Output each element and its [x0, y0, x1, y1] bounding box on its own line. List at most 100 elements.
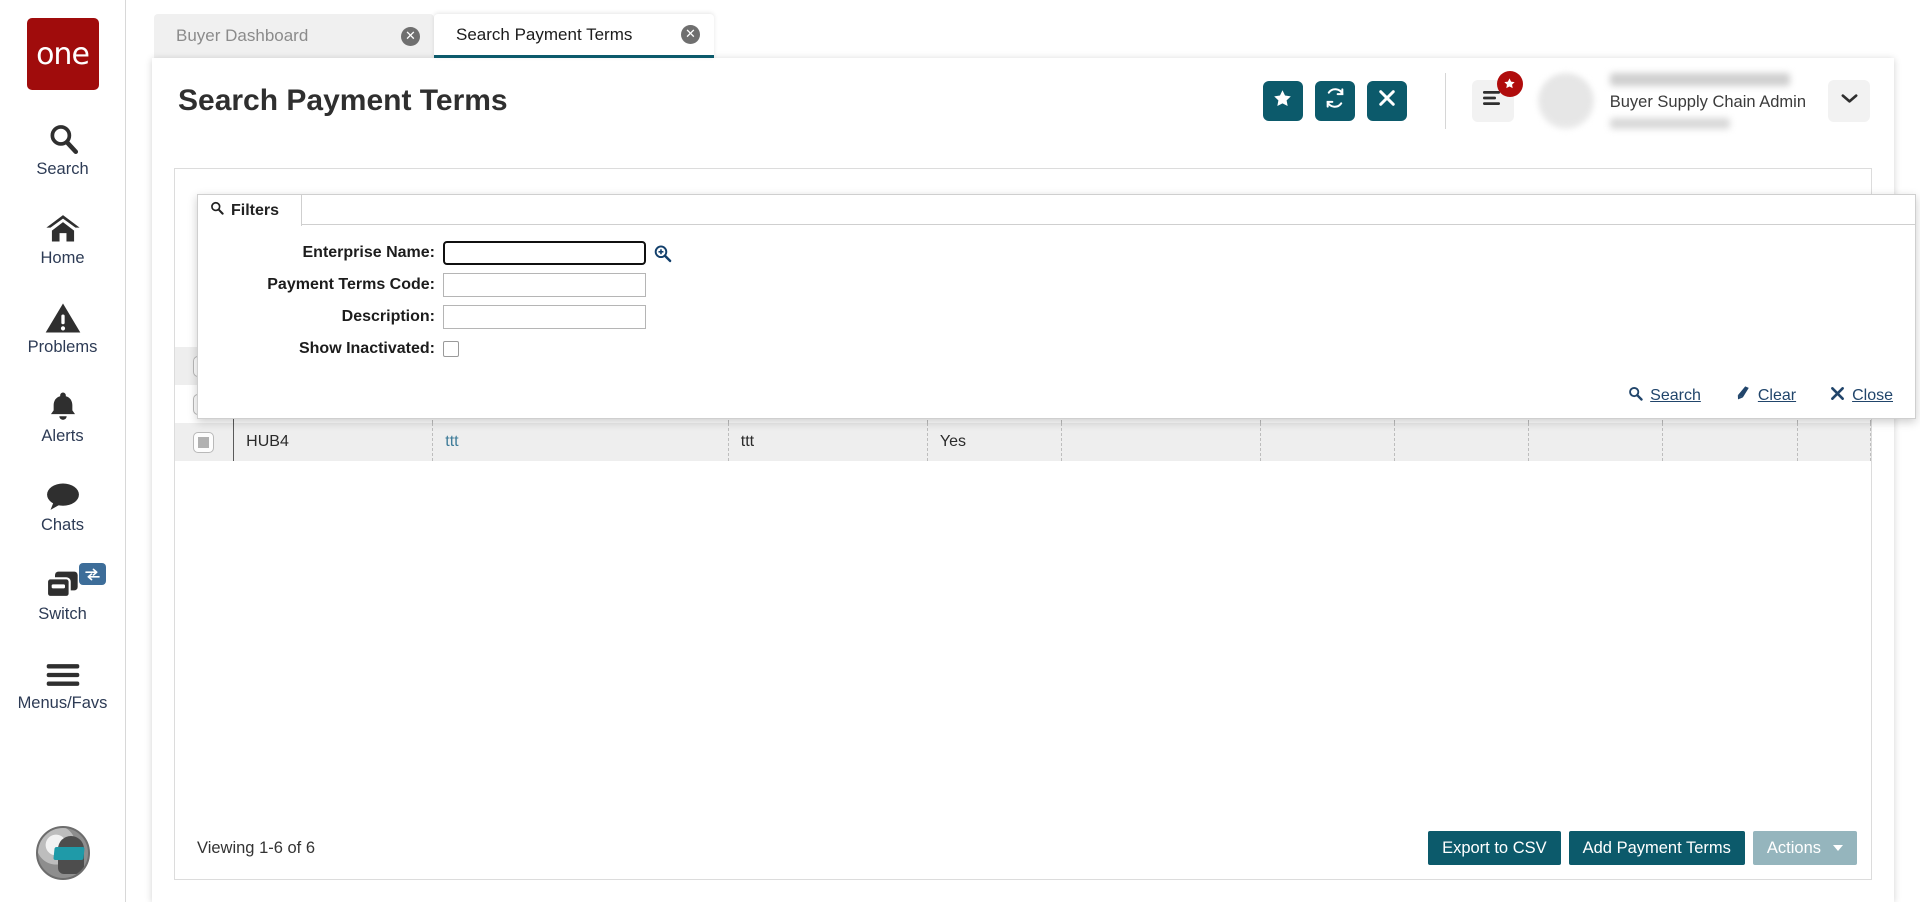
- filter-row-show-inactivated: Show Inactivated:: [198, 333, 1915, 365]
- description-input[interactable]: [443, 305, 646, 329]
- sidebar-item-label: Home: [40, 249, 85, 267]
- show-inactivated-checkbox[interactable]: [443, 341, 459, 357]
- user-role: Buyer Supply Chain Admin: [1609, 92, 1806, 111]
- page-card: Search Payment Terms Buyer Supply Chain …: [152, 58, 1916, 902]
- star-icon: [1496, 70, 1523, 97]
- filters-body: Enterprise Name: Payment Terms Code: Des…: [198, 225, 1915, 371]
- checkbox-fill-icon: [198, 436, 209, 448]
- robot-assistant-avatar-icon[interactable]: [35, 826, 90, 880]
- sidebar-item-chats[interactable]: Chats: [0, 472, 126, 535]
- actions-button[interactable]: Actions: [1752, 831, 1857, 865]
- row-checkbox-cell: [175, 423, 234, 461]
- cell-active: Yes: [927, 423, 1062, 461]
- sidebar-item-search[interactable]: Search: [0, 116, 126, 179]
- filters-clear-link[interactable]: Clear: [1735, 385, 1796, 406]
- header-divider: [1444, 72, 1446, 129]
- cell-c9: [1662, 423, 1798, 461]
- stage: Buyer Dashboard ✕ Search Payment Terms ✕…: [126, 0, 1920, 902]
- sidebar-item-label: Chats: [40, 516, 85, 534]
- cell-payment-terms-code-link[interactable]: ttt: [432, 423, 729, 461]
- cell-c8: [1528, 423, 1664, 461]
- page-header: Search Payment Terms Buyer Supply Chain …: [152, 58, 1894, 143]
- cell-c10: [1797, 423, 1871, 461]
- search-icon: [1628, 386, 1643, 406]
- footer-buttons: Export to CSV Add Payment Terms Actions: [1420, 831, 1857, 865]
- filters-clear-label: Clear: [1757, 386, 1797, 404]
- tab-search-payment-terms[interactable]: Search Payment Terms ✕: [434, 14, 714, 58]
- magnifier-plus-icon[interactable]: [653, 244, 672, 263]
- chevron-down-icon: [1840, 92, 1859, 110]
- row-checkbox[interactable]: [193, 431, 214, 453]
- viewing-count: Viewing 1-6 of 6: [197, 838, 316, 857]
- warning-triangle-icon: [45, 294, 81, 334]
- sidebar-item-alerts[interactable]: Alerts: [0, 383, 126, 446]
- cell-enterprise: HUB4: [233, 423, 434, 461]
- tab-filters[interactable]: Filters: [198, 195, 303, 226]
- page-header-actions: Buyer Supply Chain Admin: [1251, 70, 1870, 132]
- sidebar-item-label: Alerts: [41, 427, 84, 445]
- user-org: [1609, 117, 1730, 129]
- enterprise-name-input[interactable]: [442, 240, 647, 266]
- tab-label: Buyer Dashboard: [176, 26, 309, 45]
- filters-tab-row: Filters: [198, 195, 1915, 226]
- close-page-button[interactable]: [1366, 80, 1407, 121]
- one-logo[interactable]: one: [26, 18, 99, 90]
- filter-row-enterprise-name: Enterprise Name:: [198, 237, 1915, 269]
- filters-tab-label: Filters: [231, 201, 280, 219]
- close-circle-icon[interactable]: ✕: [401, 26, 420, 46]
- filters-close-link[interactable]: Close: [1830, 386, 1893, 406]
- filter-row-payment-terms-code: Payment Terms Code:: [198, 269, 1915, 301]
- enterprise-name-label: Enterprise Name:: [302, 244, 436, 261]
- search-icon: [46, 116, 80, 156]
- refresh-button[interactable]: [1314, 80, 1355, 121]
- bell-icon: [46, 383, 80, 423]
- export-to-csv-button[interactable]: Export to CSV: [1428, 831, 1561, 865]
- sidebar-item-problems[interactable]: Problems: [0, 294, 126, 357]
- star-icon: [1272, 88, 1293, 114]
- sidebar-item-home[interactable]: Home: [0, 205, 126, 268]
- payment-terms-code-input[interactable]: [443, 273, 646, 297]
- search-icon: [210, 201, 224, 220]
- filters-search-link[interactable]: Search: [1628, 386, 1701, 406]
- x-icon: [1378, 89, 1396, 112]
- left-nav-rail: one Search Home Problems Alerts Chats Sw…: [0, 0, 126, 902]
- cell-description: ttt: [728, 423, 928, 461]
- hamburger-icon: [44, 650, 82, 690]
- show-inactivated-label: Show Inactivated:: [298, 340, 435, 357]
- filters-close-label: Close: [1852, 386, 1893, 404]
- user-info: Buyer Supply Chain Admin: [1609, 70, 1806, 132]
- user-menu-button[interactable]: [1828, 79, 1870, 122]
- filters-actions: Search Clear Close: [198, 371, 1915, 418]
- cell-c5: [1061, 423, 1262, 461]
- swap-arrows-icon[interactable]: [78, 563, 106, 585]
- table-row[interactable]: HUB4 ttt ttt Yes: [175, 423, 1871, 461]
- eraser-icon: [1735, 385, 1751, 406]
- favorite-button[interactable]: [1262, 80, 1303, 121]
- filters-search-label: Search: [1650, 386, 1701, 404]
- sidebar-item-label: Search: [36, 160, 89, 178]
- tab-buyer-dashboard[interactable]: Buyer Dashboard ✕: [154, 14, 434, 58]
- user-name: [1609, 72, 1790, 86]
- sidebar-item-label: Problems: [27, 338, 98, 356]
- page-title: Search Payment Terms: [178, 83, 508, 117]
- close-circle-icon[interactable]: ✕: [681, 25, 700, 44]
- sidebar-item-switch[interactable]: Switch: [0, 561, 126, 624]
- sidebar-item-menus-favs[interactable]: Menus/Favs: [0, 650, 126, 713]
- tab-label: Search Payment Terms: [456, 24, 633, 44]
- actions-button-label: Actions: [1766, 838, 1821, 857]
- description-label: Description:: [341, 308, 435, 325]
- add-payment-terms-button[interactable]: Add Payment Terms: [1568, 831, 1745, 865]
- cell-c7: [1394, 423, 1530, 461]
- refresh-icon: [1324, 87, 1346, 114]
- one-logo-text: one: [36, 36, 90, 72]
- tab-strip: Buyer Dashboard ✕ Search Payment Terms ✕: [126, 0, 1920, 58]
- page-body: HUB4 Terms2 Terms2 Yes: [152, 143, 1916, 902]
- avatar[interactable]: [1537, 72, 1594, 129]
- chevron-down-icon: [1833, 845, 1843, 851]
- menu-button[interactable]: [1471, 70, 1523, 122]
- payment-terms-code-label: Payment Terms Code:: [267, 276, 435, 293]
- filter-row-description: Description:: [198, 301, 1915, 333]
- content-frame: HUB4 Terms2 Terms2 Yes: [174, 168, 1916, 880]
- grid-footer: Viewing 1-6 of 6 Export to CSV Add Payme…: [175, 817, 1871, 879]
- cell-c6: [1260, 423, 1396, 461]
